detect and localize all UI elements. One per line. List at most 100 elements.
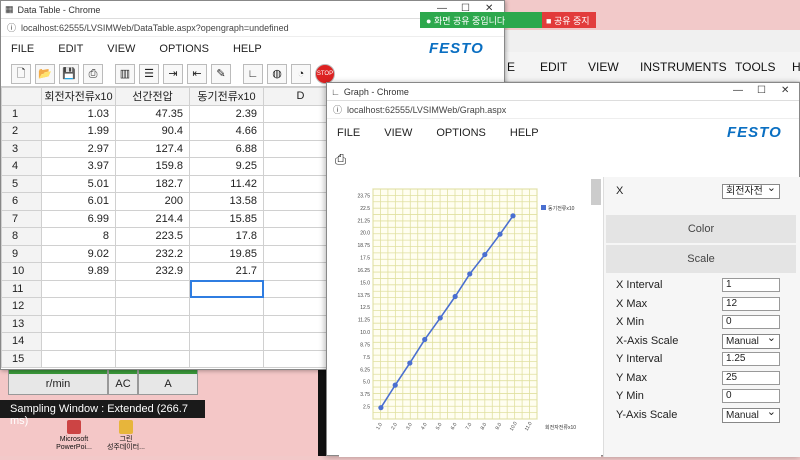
cell-line-voltage[interactable]: 47.35 [115, 104, 190, 123]
cell-line-voltage[interactable]: 200 [115, 192, 190, 211]
row-number[interactable]: 15 [1, 349, 42, 368]
cell-sync-current[interactable] [189, 314, 264, 333]
bg-menu-edit[interactable]: EDIT [540, 60, 567, 74]
menu-view[interactable]: VIEW [107, 43, 135, 55]
column-header[interactable]: 동기전류x10 [189, 87, 264, 106]
cell-rotor-current[interactable]: 9.89 [41, 262, 116, 281]
cell-sync-current[interactable]: 17.8 [189, 227, 264, 246]
row-number[interactable]: 10 [1, 262, 42, 281]
cell-line-voltage[interactable] [115, 349, 190, 368]
folder-desktop-icon[interactable]: 그린 성주데이터... [96, 420, 156, 452]
cell-rotor-current[interactable] [41, 332, 116, 351]
cell-rotor-current[interactable] [41, 349, 116, 368]
scale-input[interactable]: 0 [722, 315, 780, 329]
cell-rotor-current[interactable]: 6.99 [41, 209, 116, 228]
cell-line-voltage[interactable] [115, 279, 190, 298]
menu-file[interactable]: FILE [337, 127, 360, 139]
stop-sharing-button[interactable]: ■ 공유 중지 [542, 12, 596, 28]
cell-line-voltage[interactable]: 232.9 [115, 262, 190, 281]
timer-icon[interactable]: ◔ [291, 63, 311, 84]
row-number[interactable]: 2 [1, 122, 42, 141]
stop-icon[interactable]: STOP [315, 63, 335, 84]
graph-icon[interactable]: ∟ [243, 63, 263, 84]
cell-line-voltage[interactable] [115, 297, 190, 316]
address-bar[interactable]: ⓘ localhost:62555/LVSIMWeb/Graph.aspx [327, 101, 799, 119]
cell-line-voltage[interactable]: 90.4 [115, 122, 190, 141]
color-button[interactable]: Color [606, 215, 796, 243]
close-icon[interactable]: ✕ [781, 85, 789, 96]
bg-menu-help[interactable]: H [792, 60, 800, 74]
bg-menu-tools[interactable]: TOOLS [735, 60, 775, 74]
cell-rotor-current[interactable]: 1.03 [41, 104, 116, 123]
panel-toggle-handle[interactable] [591, 179, 601, 205]
title-bar[interactable]: ∟ Graph - Chrome — ☐ ✕ [327, 83, 799, 101]
scale-input[interactable]: 25 [722, 370, 780, 385]
scale-input[interactable]: 12 [722, 296, 780, 311]
new-file-icon[interactable]: 🗋 [11, 63, 31, 84]
rows-icon[interactable]: ☰ [139, 63, 159, 84]
row-number[interactable]: 7 [1, 209, 42, 228]
row-number[interactable]: 6 [1, 192, 42, 211]
cell-sync-current[interactable]: 2.39 [189, 104, 264, 123]
menu-options[interactable]: OPTIONS [159, 43, 209, 55]
powerpoint-desktop-icon[interactable]: Microsoft PowerPoi... [44, 420, 104, 452]
scale-input[interactable]: 0 [722, 389, 780, 403]
print-icon[interactable]: ⎙ [83, 63, 103, 84]
maximize-icon[interactable]: ☐ [757, 85, 766, 96]
columns-icon[interactable]: ▥ [115, 63, 135, 84]
row-number[interactable]: 11 [1, 279, 42, 298]
cell-sync-current[interactable]: 6.88 [189, 139, 264, 158]
cell-rotor-current[interactable]: 8 [41, 227, 116, 246]
cell-line-voltage[interactable]: 214.4 [115, 209, 190, 228]
row-number[interactable]: 5 [1, 174, 42, 193]
cell-line-voltage[interactable] [115, 314, 190, 333]
open-folder-icon[interactable]: 📂 [35, 63, 55, 84]
row-number[interactable]: 13 [1, 314, 42, 333]
column-header[interactable]: 선간전압 [115, 87, 190, 106]
axis-scale-select[interactable]: Manual [722, 406, 780, 423]
cell-line-voltage[interactable]: 232.2 [115, 244, 190, 263]
cell-sync-current[interactable] [189, 349, 264, 368]
delete-row-icon[interactable]: ⇤ [187, 63, 207, 84]
scale-input[interactable]: 1.25 [722, 352, 780, 366]
cell-line-voltage[interactable]: 223.5 [115, 227, 190, 246]
cell-sync-current[interactable]: 15.85 [189, 209, 264, 228]
cell-line-voltage[interactable]: 127.4 [115, 139, 190, 158]
cell-line-voltage[interactable]: 159.8 [115, 157, 190, 176]
cell-line-voltage[interactable]: 182.7 [115, 174, 190, 193]
menu-view[interactable]: VIEW [384, 127, 412, 139]
cell-rotor-current[interactable]: 9.02 [41, 244, 116, 263]
save-icon[interactable]: 💾 [59, 63, 79, 84]
cell-sync-current[interactable] [189, 332, 264, 351]
bg-menu-item[interactable]: E [507, 60, 515, 74]
cell-rotor-current[interactable] [41, 297, 116, 316]
bg-menu-instruments[interactable]: INSTRUMENTS [640, 60, 727, 74]
row-number[interactable]: 4 [1, 157, 42, 176]
palette-icon[interactable]: ◍ [267, 63, 287, 84]
cell-sync-current[interactable]: 19.85 [189, 244, 264, 263]
cell-line-voltage[interactable] [115, 332, 190, 351]
row-number[interactable]: 8 [1, 227, 42, 246]
cell-rotor-current[interactable]: 1.99 [41, 122, 116, 141]
menu-options[interactable]: OPTIONS [436, 127, 486, 139]
scale-input[interactable]: 1 [722, 278, 780, 292]
cell-sync-current[interactable]: 4.66 [189, 122, 264, 141]
row-number[interactable]: 14 [1, 332, 42, 351]
cell-rotor-current[interactable]: 3.97 [41, 157, 116, 176]
cell-rotor-current[interactable]: 2.97 [41, 139, 116, 158]
axis-scale-select[interactable]: Manual [722, 332, 780, 349]
row-number[interactable]: 3 [1, 139, 42, 158]
cell-rotor-current[interactable]: 6.01 [41, 192, 116, 211]
cell-sync-current[interactable] [189, 297, 264, 316]
row-number[interactable]: 12 [1, 297, 42, 316]
cell-rotor-current[interactable] [41, 279, 116, 298]
row-number[interactable]: 1 [1, 104, 42, 123]
cell-sync-current[interactable] [189, 279, 264, 298]
cell-sync-current[interactable]: 9.25 [189, 157, 264, 176]
cell-rotor-current[interactable]: 5.01 [41, 174, 116, 193]
x-channel-select[interactable]: 회전자전 [722, 182, 780, 199]
cell-rotor-current[interactable] [41, 314, 116, 333]
menu-help[interactable]: HELP [233, 43, 262, 55]
cell-sync-current[interactable]: 13.58 [189, 192, 264, 211]
cell-sync-current[interactable]: 11.42 [189, 174, 264, 193]
